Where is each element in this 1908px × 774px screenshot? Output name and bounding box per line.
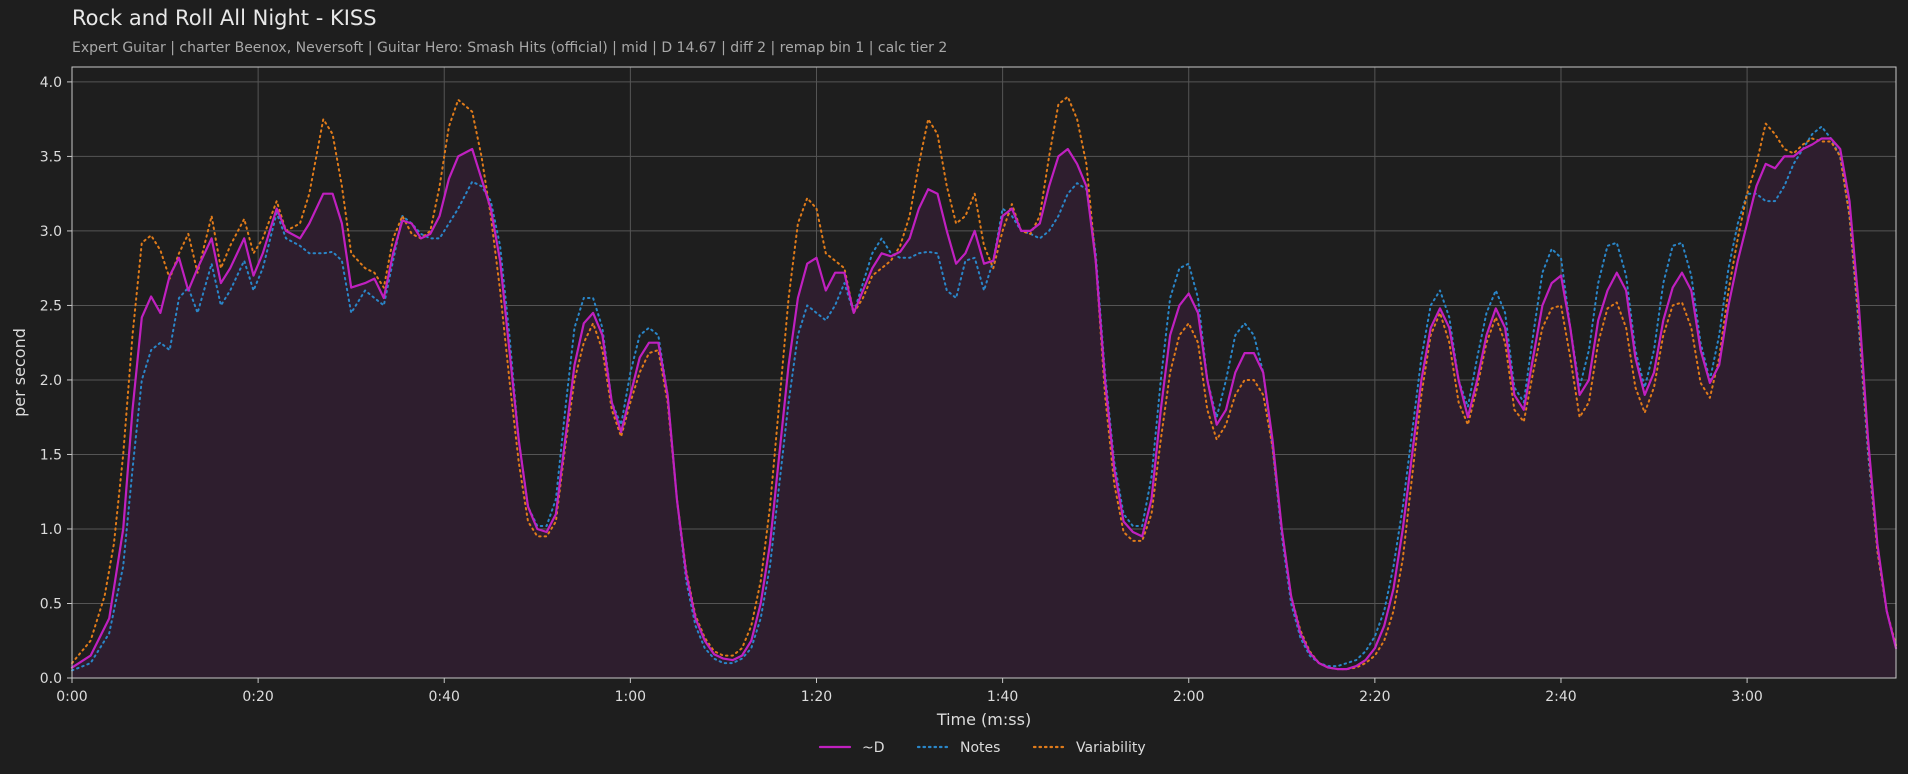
x-tick-label: 2:20 [1359, 689, 1390, 705]
x-tick-label: 2:40 [1545, 689, 1576, 705]
x-tick-label: 1:00 [615, 689, 646, 705]
legend-label: Variability [1076, 740, 1146, 756]
y-tick-labels: 0.0 0.5 1.0 1.5 2.0 2.5 3.0 3.5 4.0 [40, 75, 72, 687]
x-tick-label: 1:20 [801, 689, 832, 705]
x-tick-label: 3:00 [1731, 689, 1762, 705]
y-tick-label: 2.0 [40, 373, 62, 389]
y-tick-label: 0.5 [40, 596, 62, 612]
y-tick-label: 4.0 [40, 75, 62, 91]
x-axis-label: Time (m:ss) [936, 710, 1031, 729]
legend-label: ~D [862, 740, 885, 756]
x-tick-label: 1:40 [987, 689, 1018, 705]
y-tick-label: 3.0 [40, 224, 62, 240]
x-tick-label: 0:20 [242, 689, 273, 705]
line-chart: 0:00 0:20 0:40 1:00 1:20 1:40 2:00 2:20 2:40 3:00… [10, 66, 1898, 756]
y-tick-label: 3.5 [40, 149, 62, 165]
x-tick-label: 2:00 [1173, 689, 1204, 705]
x-tick-label: 0:00 [56, 689, 87, 705]
x-tick-labels: 0:00 0:20 0:40 1:00 1:20 1:40 2:00 2:20 2:40 3:00 [56, 678, 1763, 705]
y-axis-label: per second [10, 328, 29, 417]
y-tick-label: 1.0 [40, 522, 62, 538]
y-tick-label: 2.5 [40, 298, 62, 314]
y-tick-label: 0.0 [40, 671, 62, 687]
x-tick-label: 0:40 [429, 689, 460, 705]
y-tick-label: 1.5 [40, 447, 62, 463]
legend: ~D Notes Variability [818, 740, 1146, 756]
legend-label: Notes [960, 740, 1000, 756]
